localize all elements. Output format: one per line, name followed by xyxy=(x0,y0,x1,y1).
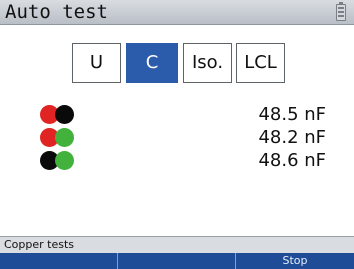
page-title: Auto test xyxy=(5,1,108,23)
tab-lcl[interactable]: LCL xyxy=(236,43,285,83)
stop-button[interactable]: Stop xyxy=(236,253,354,269)
tab-u[interactable]: U xyxy=(72,43,121,83)
battery-icon xyxy=(336,2,346,21)
green-wire-icon xyxy=(55,151,74,170)
capacitance-value: 48.6 nF xyxy=(258,150,326,171)
black-wire-icon xyxy=(55,105,74,124)
status-text: Copper tests xyxy=(4,238,75,251)
tab-c[interactable]: C xyxy=(126,43,178,83)
green-wire-icon xyxy=(55,128,74,147)
capacitance-value: 48.5 nF xyxy=(258,104,326,125)
tab-iso[interactable]: Iso. xyxy=(183,43,232,83)
softkey-bar: Stop xyxy=(0,253,354,269)
measurement-row-red-green: 48.2 nF xyxy=(0,127,354,149)
capacitance-value: 48.2 nF xyxy=(258,127,326,148)
status-bar: Copper tests xyxy=(0,236,354,253)
softkey-1[interactable] xyxy=(0,253,118,269)
softkey-2[interactable] xyxy=(118,253,236,269)
measurement-row-red-black: 48.5 nF xyxy=(0,104,354,126)
title-bar: Auto test xyxy=(0,0,354,25)
measurement-row-black-green: 48.6 nF xyxy=(0,150,354,172)
